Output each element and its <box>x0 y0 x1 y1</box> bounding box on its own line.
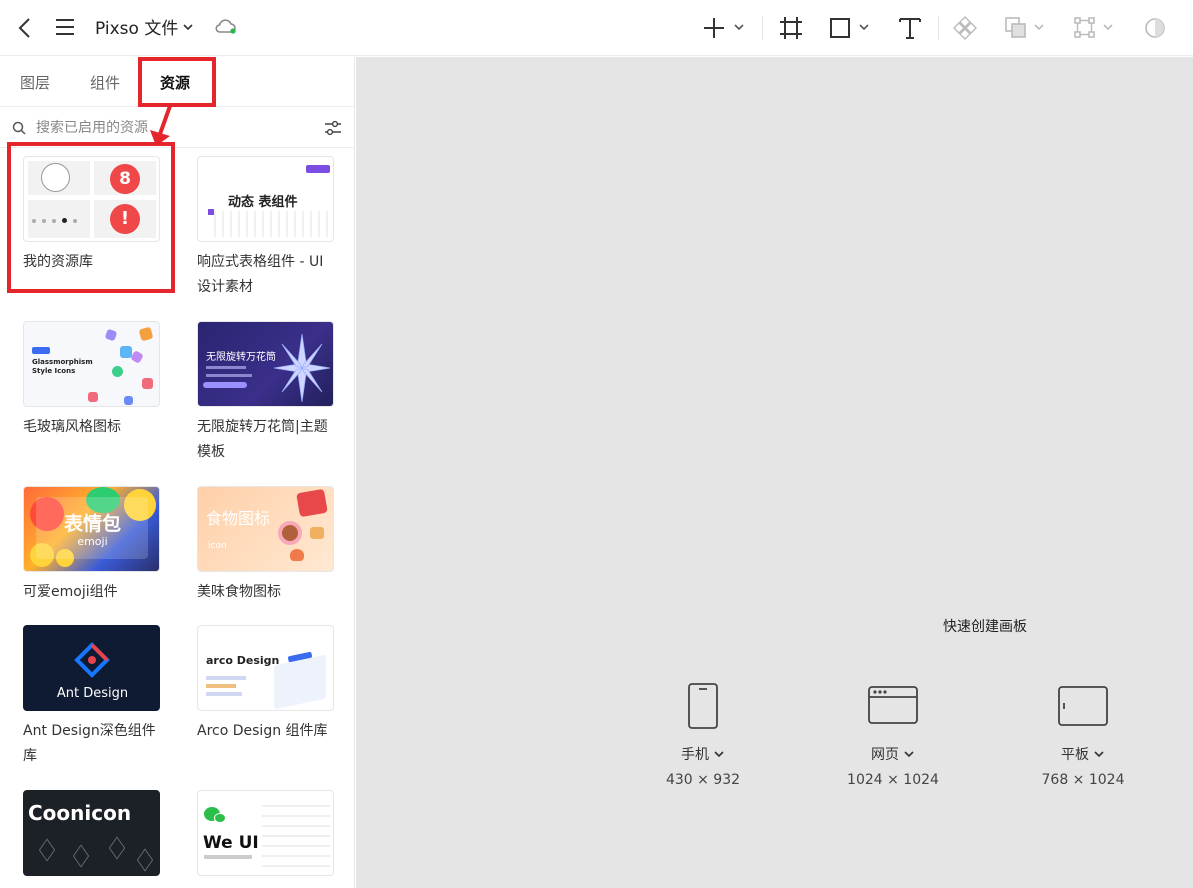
badge-count: 8 <box>110 164 140 194</box>
contrast-icon <box>1145 18 1165 38</box>
library-card-food-icons[interactable]: 食物图标 icon 美味食物图标 <box>197 486 334 605</box>
chevron-down-icon <box>714 751 724 758</box>
library-card-kaleidoscope[interactable]: 无限旋转万花筒 无限旋转万花筒|主题模板 <box>197 321 334 465</box>
library-thumbnail: Ant Design <box>23 625 160 711</box>
chevron-down-icon <box>1094 751 1104 758</box>
library-thumbnail: Glassmorphism Style Icons <box>23 321 160 407</box>
file-title-dropdown[interactable]: Pixso 文件 <box>95 14 194 39</box>
browser-icon <box>868 686 918 724</box>
library-name: Arco Design 组件库 <box>197 723 328 739</box>
preset-web[interactable]: 网页 1024 × 1024 <box>833 682 953 788</box>
boolean-icon <box>1005 17 1044 38</box>
library-name: 可爱emoji组件 <box>23 584 118 600</box>
cloud-sync-icon[interactable] <box>214 17 238 37</box>
instance-tool-button[interactable] <box>1072 15 1118 41</box>
library-thumbnail: 食物图标 icon <box>197 486 334 572</box>
file-title: Pixso 文件 <box>95 19 179 39</box>
shape-tool-button[interactable] <box>828 15 874 41</box>
library-card-coonicon[interactable]: Coonicon <box>23 790 160 876</box>
library-thumbnail: Coonicon <box>23 790 160 876</box>
tab-layers[interactable]: 图层 <box>20 72 50 93</box>
preset-size: 1024 × 1024 <box>847 772 939 788</box>
pagination-dots-icon <box>32 218 77 223</box>
frame-icon <box>780 17 802 39</box>
preset-label: 手机 <box>681 747 709 763</box>
canvas-area[interactable]: 快速创建画板 手机 430 × 932 网页 1024 × 1024 平板 76… <box>356 57 1193 888</box>
menu-icon[interactable] <box>54 17 76 37</box>
library-card-emoji[interactable]: 表情包 emoji 可爱emoji组件 <box>23 486 160 605</box>
library-thumbnail: 表情包 emoji <box>23 486 160 572</box>
tab-assets[interactable]: 资源 <box>160 72 190 93</box>
library-name: 美味食物图标 <box>197 584 281 600</box>
component-tool-button[interactable] <box>952 15 978 41</box>
instance-icon <box>1074 17 1113 38</box>
quick-create-title: 快速创建画板 <box>943 619 1027 635</box>
library-name: 无限旋转万花筒|主题模板 <box>197 419 328 460</box>
library-card-arco-design[interactable]: arco Design Arco Design 组件库 <box>197 625 334 744</box>
component-icon <box>953 16 977 40</box>
text-icon <box>899 18 921 39</box>
library-thumbnail: 8 ! <box>23 156 160 242</box>
boolean-tool-button[interactable] <box>1003 15 1049 41</box>
chevron-down-icon <box>904 751 914 758</box>
top-toolbar: Pixso 文件 <box>0 0 1193 56</box>
theme-toggle-button[interactable] <box>1143 16 1167 40</box>
frame-tool-button[interactable] <box>778 15 804 41</box>
panel-tabs: 图层 组件 资源 <box>0 57 354 107</box>
crystal-icon <box>273 333 331 403</box>
circle-icon <box>41 163 70 192</box>
library-card-weui[interactable]: We UI <box>197 790 334 876</box>
library-thumbnail: 无限旋转万花筒 <box>197 321 334 407</box>
library-name: 毛玻璃风格图标 <box>23 419 121 435</box>
library-thumbnail: 动态 表组件 <box>197 156 334 242</box>
chevron-down-icon <box>183 23 193 30</box>
preset-label: 网页 <box>871 747 899 763</box>
preset-tablet[interactable]: 平板 768 × 1024 <box>1023 682 1143 788</box>
add-tool-button[interactable] <box>702 14 748 42</box>
text-tool-button[interactable] <box>897 15 923 41</box>
phone-icon <box>688 683 718 729</box>
preset-phone[interactable]: 手机 430 × 932 <box>643 682 763 788</box>
library-name: 响应式表格组件 - UI设计素材 <box>197 254 324 295</box>
library-thumbnail: We UI <box>197 790 334 876</box>
preset-size: 768 × 1024 <box>1041 772 1125 788</box>
library-card-ant-design[interactable]: Ant Design Ant Design深色组件库 <box>23 625 160 769</box>
left-panel: 图层 组件 资源 8 ! 我的资源库 <box>0 57 355 888</box>
rectangle-icon <box>830 18 869 38</box>
alert-icon: ! <box>110 204 140 234</box>
library-name: 我的资源库 <box>23 254 93 270</box>
tab-components[interactable]: 组件 <box>90 72 120 93</box>
library-card-my-assets[interactable]: 8 ! 我的资源库 <box>23 156 160 275</box>
library-name: Ant Design深色组件库 <box>23 723 156 764</box>
annotation-arrow-icon <box>150 105 172 146</box>
ant-design-logo-icon <box>74 642 110 678</box>
filter-settings-icon[interactable] <box>323 119 343 137</box>
library-thumbnail: arco Design <box>197 625 334 711</box>
back-icon[interactable] <box>16 16 34 40</box>
plus-icon <box>704 18 744 38</box>
preset-size: 430 × 932 <box>665 772 741 788</box>
tablet-icon <box>1058 686 1108 726</box>
preset-label: 平板 <box>1061 747 1089 763</box>
library-card-glassmorphism[interactable]: Glassmorphism Style Icons 毛玻璃风格图标 <box>23 321 160 440</box>
library-card-responsive-table[interactable]: 动态 表组件 响应式表格组件 - UI设计素材 <box>197 156 334 300</box>
search-icon <box>12 121 26 135</box>
